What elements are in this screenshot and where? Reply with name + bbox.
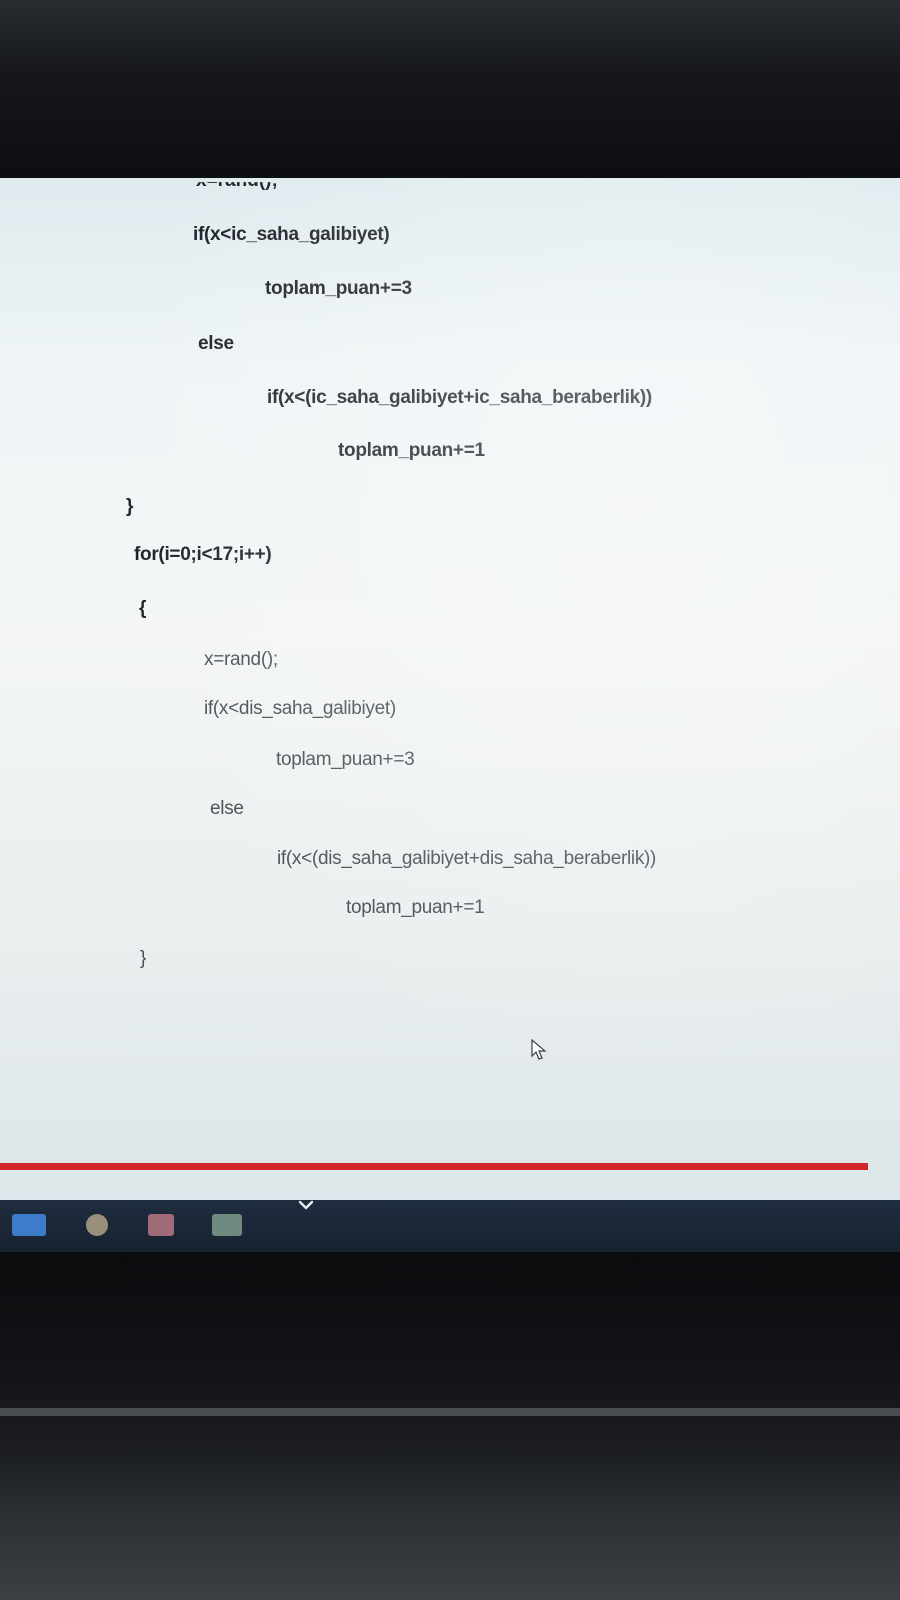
chevron-down-icon[interactable] <box>296 1196 316 1216</box>
code-line: if(x<(dis_saha_galibiyet+dis_saha_berabe… <box>277 848 657 869</box>
code-line: else <box>198 333 234 354</box>
progress-accent-line <box>0 1163 868 1170</box>
code-line-cut-off: x=rand(); <box>196 178 278 191</box>
code-line: toplam_puan+=1 <box>346 897 485 918</box>
code-line: toplam_puan+=3 <box>276 749 415 770</box>
monitor-bottom-bezel <box>0 1252 900 1600</box>
code-editor-screen: x=rand(); if(x<ic_saha_galibiyet) toplam… <box>0 178 900 1200</box>
chrome-icon[interactable] <box>86 1214 108 1236</box>
code-line: if(x<dis_saha_galibiyet) <box>204 698 396 719</box>
code-line: } <box>140 948 147 969</box>
monitor-top-bezel <box>0 0 900 190</box>
code-line: for(i=0;i<17;i++) <box>134 544 272 565</box>
code-line: toplam_puan+=1 <box>338 440 485 461</box>
code-line: if(x<ic_saha_galibiyet) <box>193 224 390 245</box>
code-line: x=rand(); <box>204 649 278 670</box>
visual-studio-icon[interactable] <box>148 1214 174 1236</box>
code-line: else <box>210 798 244 819</box>
code-line: toplam_puan+=3 <box>265 278 412 299</box>
mouse-cursor-icon <box>531 1038 547 1060</box>
excel-icon[interactable] <box>212 1214 242 1236</box>
taskbar <box>0 1200 900 1252</box>
keyboard-edge <box>0 1408 900 1416</box>
code-line: } <box>126 496 134 517</box>
code-line: if(x<(ic_saha_galibiyet+ic_saha_beraberl… <box>267 387 652 408</box>
code-line: { <box>139 598 147 619</box>
start-icon[interactable] <box>12 1214 46 1236</box>
